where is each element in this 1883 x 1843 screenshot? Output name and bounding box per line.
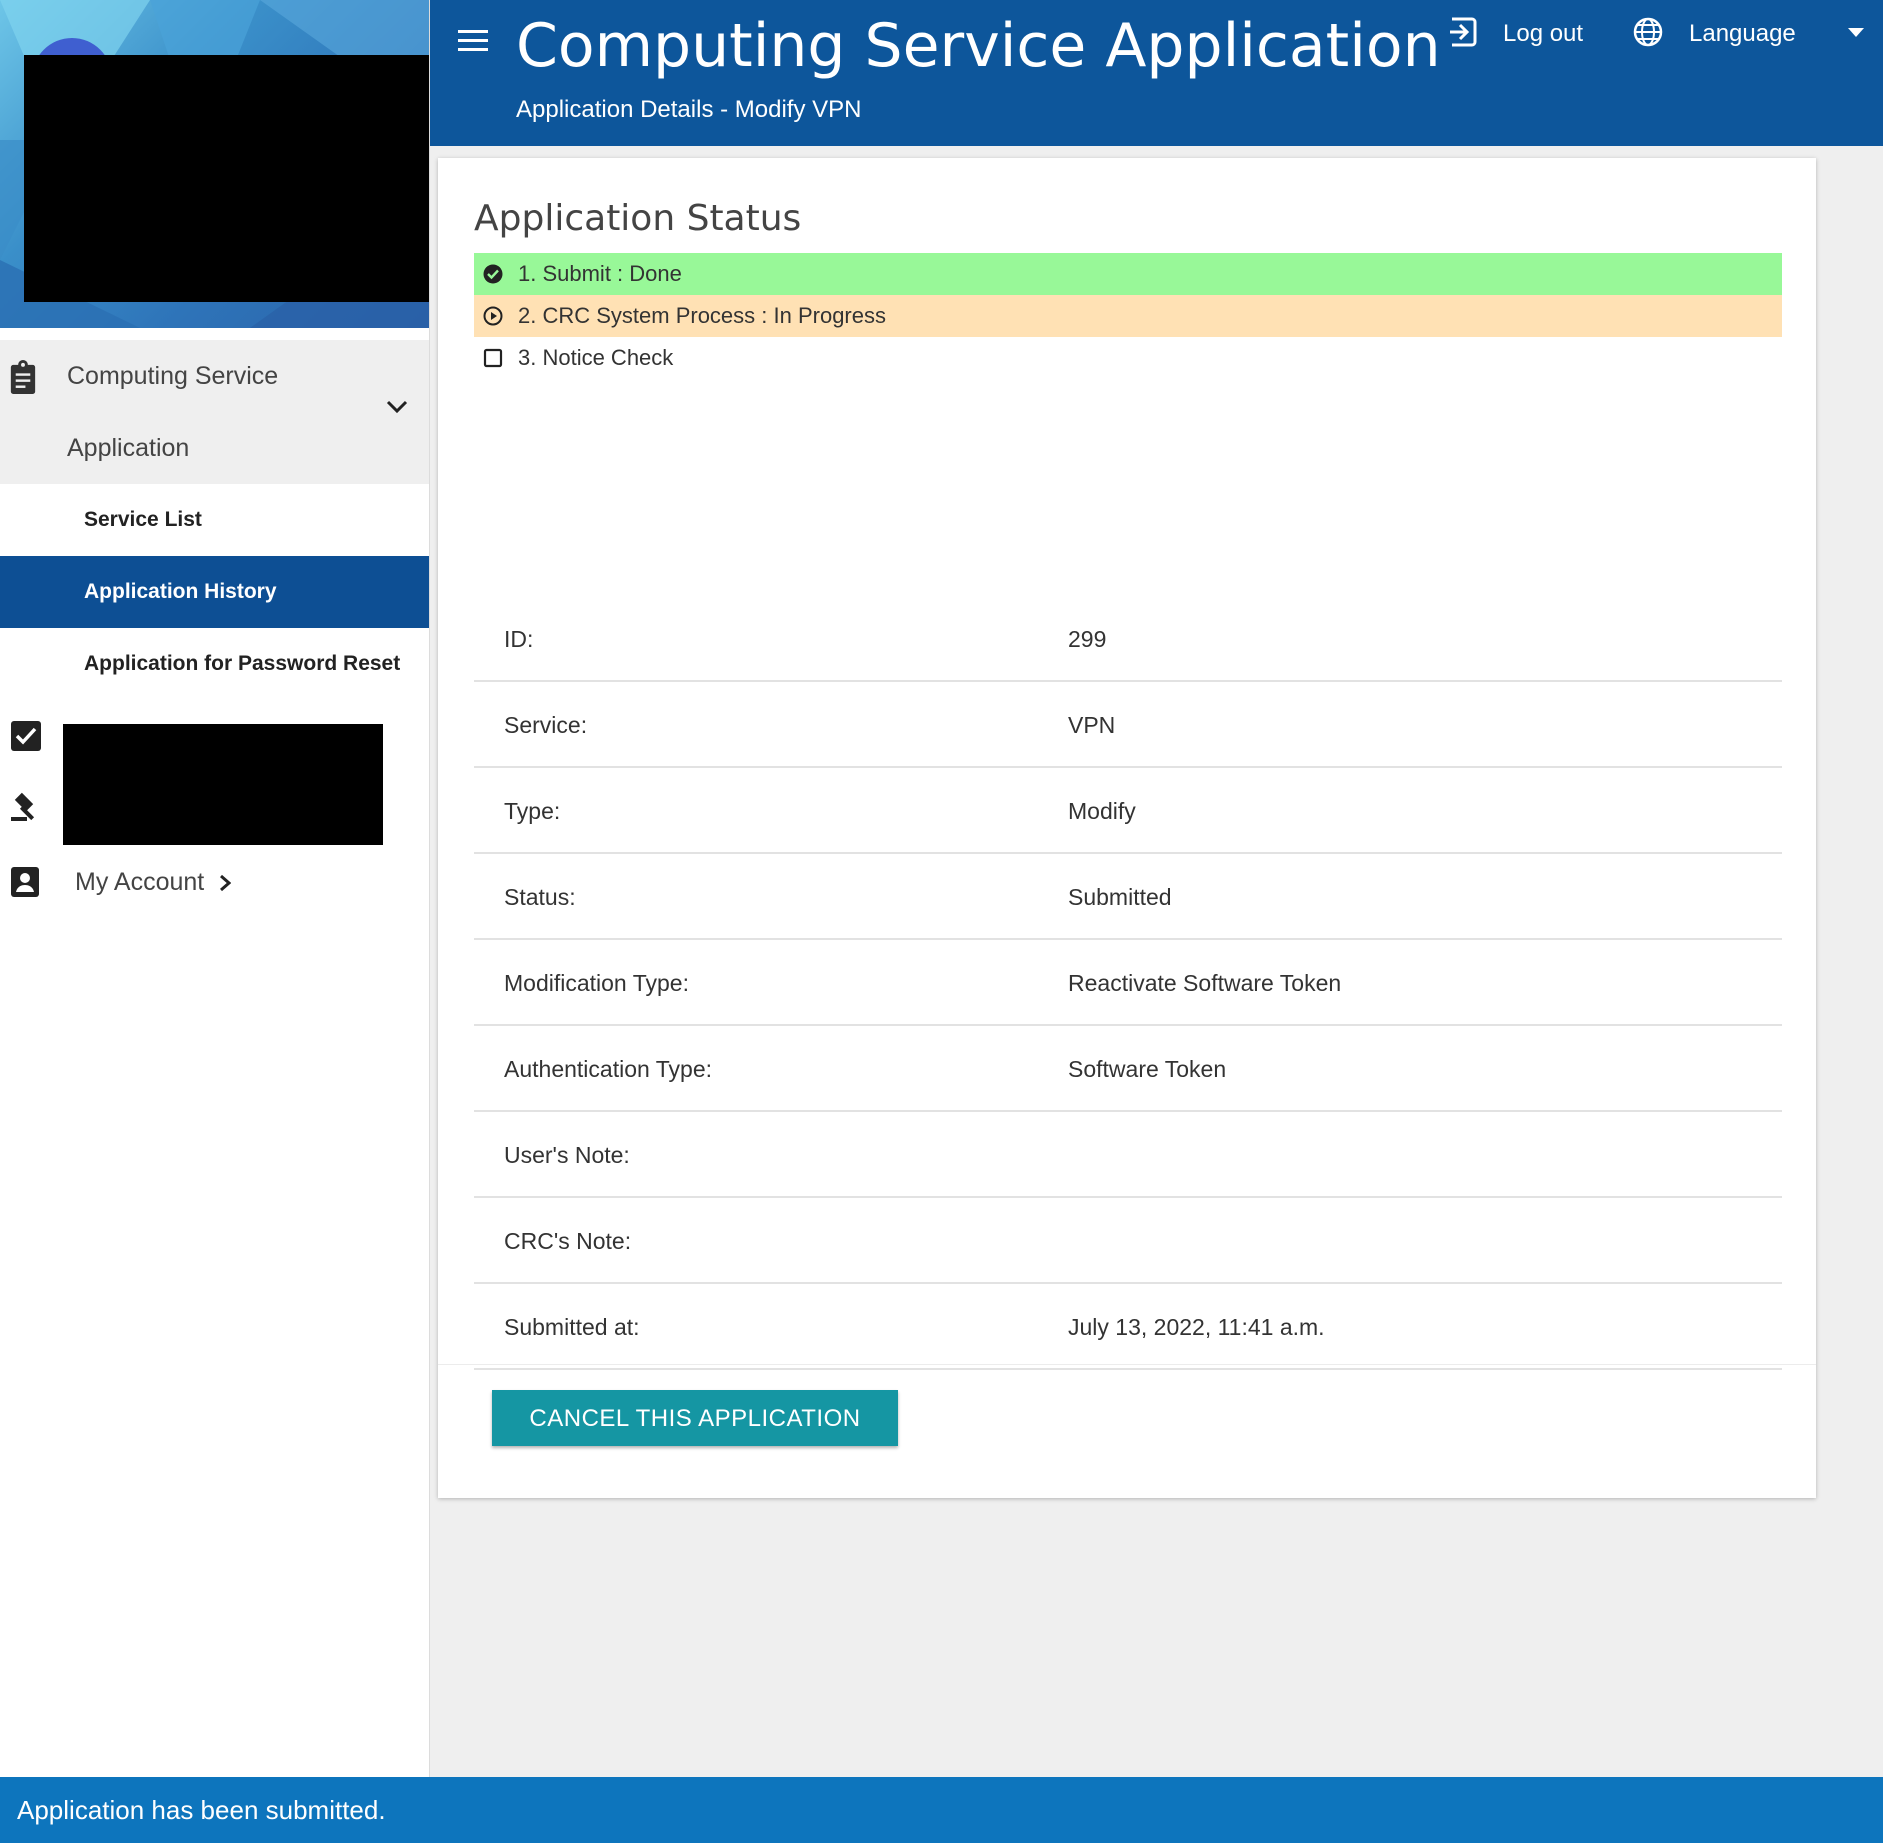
detail-key: Modification Type: xyxy=(504,970,689,996)
redacted-menu-block xyxy=(63,724,383,845)
page-title: Computing Service Application xyxy=(516,11,1441,81)
detail-key: Submitted at: xyxy=(504,1314,640,1340)
detail-value: 299 xyxy=(1068,626,1107,652)
detail-row-authentication-type: Authentication Type: Software Token xyxy=(474,1026,1782,1112)
detail-value: July 13, 2022, 11:41 a.m. xyxy=(1068,1314,1325,1340)
card-divider xyxy=(438,1364,1816,1365)
sidebar-item-label: Service List xyxy=(84,508,202,531)
cancel-application-button[interactable]: CANCEL THIS APPLICATION xyxy=(492,1390,898,1446)
menu-icon[interactable] xyxy=(458,28,488,52)
status-step-label: 2. CRC System Process : In Progress xyxy=(518,303,886,328)
status-step-crc-process: 2. CRC System Process : In Progress xyxy=(474,295,1782,337)
detail-value: Modify xyxy=(1068,798,1136,824)
sidebar-item-service-list[interactable]: Service List xyxy=(0,484,429,556)
detail-key: Service: xyxy=(504,712,588,738)
my-account-label: My Account xyxy=(75,868,205,896)
detail-value: Reactivate Software Token xyxy=(1068,970,1342,996)
caret-down-icon xyxy=(1848,28,1864,37)
status-step-submit: 1. Submit : Done xyxy=(474,253,1782,295)
logout-label: Log out xyxy=(1503,20,1584,47)
language-dropdown[interactable]: Language xyxy=(1632,14,1872,54)
detail-value: Submitted xyxy=(1068,884,1172,910)
sidebar-group-label-line1: Computing Service xyxy=(67,362,279,390)
status-step-label: 3. Notice Check xyxy=(518,345,674,370)
sidebar: Computing Service Application Service Li… xyxy=(0,0,430,1777)
snackbar-message: Application has been submitted. xyxy=(17,1795,386,1825)
detail-key: ID: xyxy=(504,626,534,652)
detail-row-modification-type: Modification Type: Reactivate Software T… xyxy=(474,940,1782,1026)
detail-value: Software Token xyxy=(1068,1056,1227,1082)
sidebar-item-label: Application History xyxy=(84,580,277,603)
play-circle-icon xyxy=(483,306,503,326)
status-heading: Application Status xyxy=(474,198,802,239)
sidebar-banner xyxy=(0,0,429,328)
detail-row-crc-note: CRC's Note: xyxy=(474,1198,1782,1284)
sidebar-item-my-account[interactable]: My Account xyxy=(8,862,248,902)
gavel-icon[interactable] xyxy=(10,790,42,822)
logout-button[interactable]: Log out xyxy=(1448,14,1618,54)
detail-row-user-note: User's Note: xyxy=(474,1112,1782,1198)
clipboard-icon xyxy=(10,360,36,394)
status-step-label: 1. Submit : Done xyxy=(518,261,682,286)
detail-row-service: Service: VPN xyxy=(474,682,1782,768)
sidebar-group-computing-service[interactable]: Computing Service Application xyxy=(0,340,429,484)
account-box-icon xyxy=(11,867,39,897)
sidebar-item-password-reset[interactable]: Application for Password Reset xyxy=(0,628,429,700)
application-detail-card: Application Status 1. Submit : Done 2. C… xyxy=(438,158,1816,1498)
chevron-right-icon xyxy=(220,874,231,892)
snackbar-notification: Application has been submitted. xyxy=(0,1777,1883,1843)
detail-key: Authentication Type: xyxy=(504,1056,712,1082)
status-step-notice-check: 3. Notice Check xyxy=(474,337,1782,379)
detail-row-submitted-at: Submitted at: July 13, 2022, 11:41 a.m. xyxy=(474,1284,1782,1370)
chevron-down-icon xyxy=(386,400,408,414)
detail-row-type: Type: Modify xyxy=(474,768,1782,854)
top-app-bar: Computing Service Application Applicatio… xyxy=(430,0,1883,146)
redacted-profile-block xyxy=(24,55,429,302)
detail-key: Status: xyxy=(504,884,576,910)
detail-key: CRC's Note: xyxy=(504,1228,632,1254)
detail-row-id: ID: 299 xyxy=(474,596,1782,682)
sidebar-item-application-history[interactable]: Application History xyxy=(0,556,429,628)
detail-row-status: Status: Submitted xyxy=(474,854,1782,940)
page-subtitle: Application Details - Modify VPN xyxy=(516,96,862,123)
details-table: ID: 299 Service: VPN Type: Modify Status… xyxy=(474,596,1782,1370)
detail-key: User's Note: xyxy=(504,1142,630,1168)
empty-checkbox-icon xyxy=(483,348,503,368)
sidebar-group-label-line2: Application xyxy=(67,434,190,462)
detail-key: Type: xyxy=(504,798,561,824)
globe-icon xyxy=(1633,17,1663,47)
check-circle-icon xyxy=(483,264,503,284)
language-label: Language xyxy=(1689,20,1796,47)
detail-value: VPN xyxy=(1068,712,1116,738)
sidebar-group-label: Computing Service Application xyxy=(67,340,307,484)
logout-icon xyxy=(1450,17,1477,47)
sidebar-item-label: Application for Password Reset xyxy=(84,652,401,675)
checkbox-checked-icon[interactable] xyxy=(10,720,42,752)
